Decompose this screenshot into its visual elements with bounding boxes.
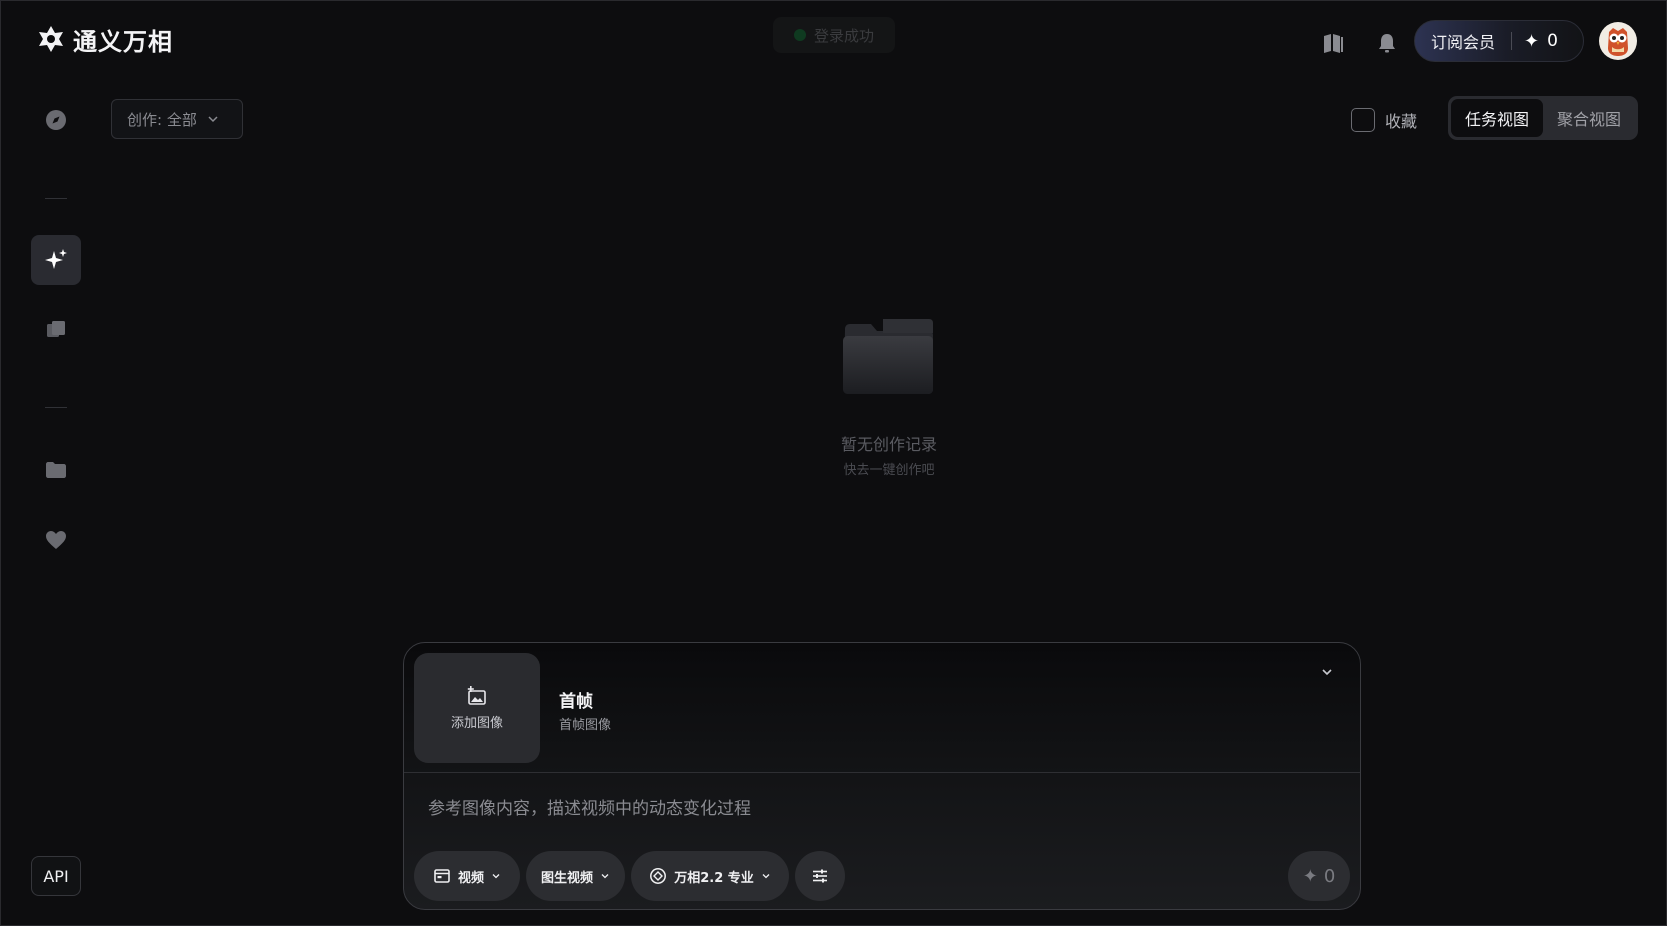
notification-button[interactable] <box>1373 29 1401 57</box>
creation-filter-dropdown[interactable]: 创作: 全部 <box>111 99 243 139</box>
app-name: 通义万相 <box>73 27 173 56</box>
filter-label: 创作: 全部 <box>127 110 197 129</box>
sidebar-divider <box>45 407 67 408</box>
api-button[interactable]: API <box>31 856 81 896</box>
sidebar-item-assets[interactable] <box>31 445 81 495</box>
type-label: 图生视频 <box>540 870 593 886</box>
favorite-checkbox[interactable] <box>1351 108 1375 132</box>
model-label: 万相2.2 专业 <box>674 870 754 886</box>
model-selector[interactable]: 万相2.2 专业 <box>631 851 789 901</box>
chevron-down-icon <box>208 116 218 123</box>
book-icon <box>1324 34 1343 53</box>
subscribe-button[interactable]: 订阅会员 ✦ 0 <box>1414 20 1584 62</box>
empty-folder-icon <box>843 319 933 394</box>
book-button[interactable] <box>1319 29 1347 57</box>
favorite-filter[interactable]: 收藏 <box>1351 106 1417 134</box>
model-logo-icon <box>650 868 667 884</box>
toast-notification: 登录成功 <box>773 17 895 53</box>
settings-button[interactable] <box>795 851 845 901</box>
generate-button[interactable]: ✦ 0 <box>1288 851 1350 901</box>
empty-state-subtitle: 快去一键创作吧 <box>843 463 935 478</box>
compass-icon <box>46 110 66 130</box>
composer-panel: 添加图像 首帧 首帧图像 视频 图生视频 <box>403 642 1361 910</box>
sidebar-item-explore[interactable] <box>31 95 81 145</box>
empty-state-title: 暂无创作记录 <box>840 435 937 454</box>
avatar[interactable] <box>1599 22 1637 60</box>
frame-section: 添加图像 首帧 首帧图像 <box>404 643 1360 773</box>
prompt-input[interactable] <box>428 795 1328 823</box>
mode-label: 视频 <box>457 870 484 886</box>
logo-icon <box>39 26 63 52</box>
mode-selector[interactable]: 视频 <box>414 851 520 901</box>
favorite-label: 收藏 <box>1385 112 1418 131</box>
bell-icon <box>1379 34 1395 53</box>
tab-task-view[interactable]: 任务视图 <box>1451 99 1543 137</box>
sidebar-item-favorites[interactable] <box>31 515 81 565</box>
divider <box>1511 32 1513 50</box>
generate-cost: 0 <box>1323 865 1336 887</box>
owl-avatar-icon <box>1608 28 1628 56</box>
app-logo[interactable]: 通义万相 <box>35 23 173 56</box>
folder-icon <box>46 462 66 478</box>
collapse-chevron-icon[interactable] <box>1320 665 1334 679</box>
sliders-icon <box>813 869 827 883</box>
star-icon: ✦ <box>1524 30 1540 52</box>
chevron-down-icon <box>492 874 500 879</box>
layers-icon <box>47 321 65 337</box>
sidebar-item-gallery[interactable] <box>31 305 81 355</box>
add-image-icon <box>467 685 486 705</box>
tab-aggregate-view[interactable]: 聚合视图 <box>1543 99 1635 137</box>
chevron-down-icon <box>601 874 609 879</box>
first-frame-title: 首帧 <box>559 692 593 712</box>
first-frame-subtitle: 首帧图像 <box>559 718 612 733</box>
add-image-button[interactable]: 添加图像 <box>414 653 540 763</box>
add-image-label: 添加图像 <box>450 715 503 731</box>
toast-message: 登录成功 <box>813 26 874 45</box>
view-switcher: 任务视图 聚合视图 <box>1448 96 1638 140</box>
success-icon <box>793 29 806 41</box>
video-icon <box>434 869 450 883</box>
credits-count: 0 <box>1547 31 1558 51</box>
heart-icon <box>46 531 66 549</box>
app-window: 通义万相 登录成功 订阅会员 ✦ 0 API 创作: 全部 收藏 任务视图 聚合… <box>0 0 1667 926</box>
subscribe-label: 订阅会员 <box>1431 33 1496 52</box>
sparkle-icon <box>45 249 67 269</box>
type-selector[interactable]: 图生视频 <box>526 851 625 901</box>
chevron-down-icon <box>762 874 770 879</box>
sidebar-divider <box>45 198 67 199</box>
sidebar-item-create[interactable] <box>31 235 81 285</box>
star-icon: ✦ <box>1302 865 1318 887</box>
